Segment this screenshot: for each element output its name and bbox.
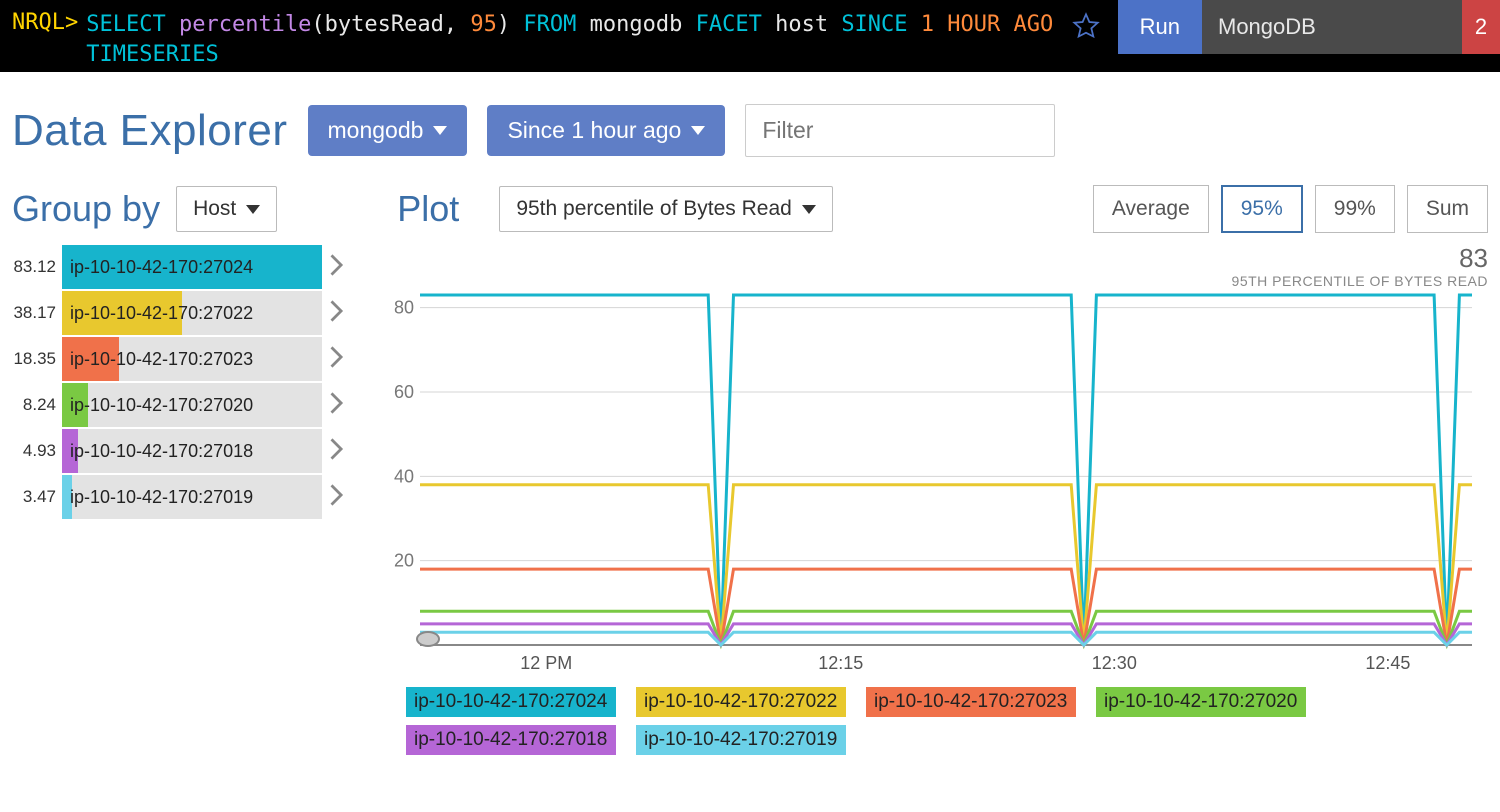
chevron-right-icon [322,254,352,281]
group-by-dropdown[interactable]: Host [176,186,277,232]
svg-text:20: 20 [394,551,414,571]
legend-swatch: ip-10-10-42-170:27024 [406,687,616,717]
group-by-value: Host [193,197,236,221]
chevron-down-icon [691,126,705,135]
host-bar: ip-10-10-42-170:27020 [62,383,322,427]
host-value: 3.47 [12,487,62,507]
chevron-right-icon [322,484,352,511]
chevron-right-icon [322,392,352,419]
plot-metric-dropdown[interactable]: 95th percentile of Bytes Read [499,186,833,232]
host-name: ip-10-10-42-170:27018 [62,441,253,462]
legend-swatch: ip-10-10-42-170:27019 [636,725,846,755]
nrql-prompt: NRQL> [0,0,86,35]
aggregation-group: Average95%99%Sum [1093,185,1488,233]
agg-button-sum[interactable]: Sum [1407,185,1488,233]
host-name: ip-10-10-42-170:27023 [62,349,253,370]
legend-swatch: ip-10-10-42-170:27020 [1096,687,1306,717]
legend-item[interactable]: ip-10-10-42-170:27018 [406,725,616,755]
chevron-down-icon [433,126,447,135]
legend-swatch: ip-10-10-42-170:27018 [406,725,616,755]
legend-item[interactable]: ip-10-10-42-170:27024 [406,687,616,717]
source-dropdown[interactable]: mongodb [308,105,468,156]
chart-legend: ip-10-10-42-170:27024 ip-10-10-42-170:270… [406,687,1488,755]
host-row[interactable]: 83.12ip-10-10-42-170:27024 [12,245,352,289]
time-range-label: Since 1 hour ago [507,117,681,144]
host-value: 4.93 [12,441,62,461]
notification-badge[interactable]: 2 [1462,0,1500,54]
nrql-bar: NRQL> SELECT percentile(bytesRead, 95) F… [0,0,1500,72]
filter-input[interactable] [745,104,1055,157]
agg-button-95pct[interactable]: 95% [1221,185,1303,233]
legend-swatch: ip-10-10-42-170:27023 [866,687,1076,717]
chart-subtitle: 95TH PERCENTILE OF BYTES READ [1232,273,1488,289]
chart-max-value: 83 [1459,243,1488,274]
legend-item[interactable]: ip-10-10-42-170:27022 [636,687,846,717]
agg-button-99pct[interactable]: 99% [1315,185,1395,233]
host-row[interactable]: 8.24ip-10-10-42-170:27020 [12,383,352,427]
legend-item[interactable]: ip-10-10-42-170:27020 [1096,687,1306,717]
host-bar: ip-10-10-42-170:27022 [62,291,322,335]
chevron-right-icon [322,300,352,327]
svg-text:12:30: 12:30 [1092,653,1137,673]
host-row[interactable]: 4.93ip-10-10-42-170:27018 [12,429,352,473]
legend-item[interactable]: ip-10-10-42-170:27023 [866,687,1076,717]
svg-text:12:15: 12:15 [818,653,863,673]
plot-label: Plot [397,188,459,230]
timeseries-chart[interactable]: 20 40 60 80 12 PM 12:15 12:30 12:45 [380,245,1480,677]
host-row[interactable]: 38.17ip-10-10-42-170:27022 [12,291,352,335]
host-row[interactable]: 18.35ip-10-10-42-170:27023 [12,337,352,381]
time-range-dropdown[interactable]: Since 1 hour ago [487,105,725,156]
host-list: 83.12ip-10-10-42-170:2702438.17ip-10-10-… [12,245,352,755]
favorite-star-icon[interactable] [1054,0,1118,40]
host-row[interactable]: 3.47ip-10-10-42-170:27019 [12,475,352,519]
host-name: ip-10-10-42-170:27022 [62,303,253,324]
agg-button-average[interactable]: Average [1093,185,1209,233]
host-value: 8.24 [12,395,62,415]
legend-item[interactable]: ip-10-10-42-170:27019 [636,725,846,755]
host-bar: ip-10-10-42-170:27024 [62,245,322,289]
host-bar: ip-10-10-42-170:27019 [62,475,322,519]
page-title: Data Explorer [12,106,288,156]
chevron-down-icon [246,205,260,214]
svg-text:40: 40 [394,466,414,486]
svg-text:60: 60 [394,382,414,402]
host-name: ip-10-10-42-170:27020 [62,395,253,416]
chart-area: 83 95TH PERCENTILE OF BYTES READ 20 40 60 8… [380,245,1488,755]
legend-swatch: ip-10-10-42-170:27022 [636,687,846,717]
chevron-down-icon [802,205,816,214]
chevron-right-icon [322,346,352,373]
host-value: 38.17 [12,303,62,323]
source-dropdown-label: mongodb [328,117,424,144]
host-name: ip-10-10-42-170:27024 [62,257,253,278]
plot-metric-value: 95th percentile of Bytes Read [516,197,792,221]
svg-text:80: 80 [394,298,414,318]
header-row: Data Explorer mongodb Since 1 hour ago [0,72,1500,173]
controls-row: Group by Host Plot 95th percentile of By… [0,173,1500,237]
run-button[interactable]: Run [1118,0,1202,54]
chevron-right-icon [322,438,352,465]
nrql-query-input[interactable]: SELECT percentile(bytesRead, 95) FROM mo… [86,0,1053,70]
app-tab-label: MongoDB [1218,14,1316,40]
host-value: 18.35 [12,349,62,369]
app-tab-mongodb[interactable]: MongoDB [1202,0,1462,54]
host-name: ip-10-10-42-170:27019 [62,487,253,508]
host-bar: ip-10-10-42-170:27023 [62,337,322,381]
host-bar: ip-10-10-42-170:27018 [62,429,322,473]
group-by-label: Group by [12,188,160,230]
svg-text:12 PM: 12 PM [520,653,572,673]
svg-text:12:45: 12:45 [1365,653,1410,673]
host-value: 83.12 [12,257,62,277]
